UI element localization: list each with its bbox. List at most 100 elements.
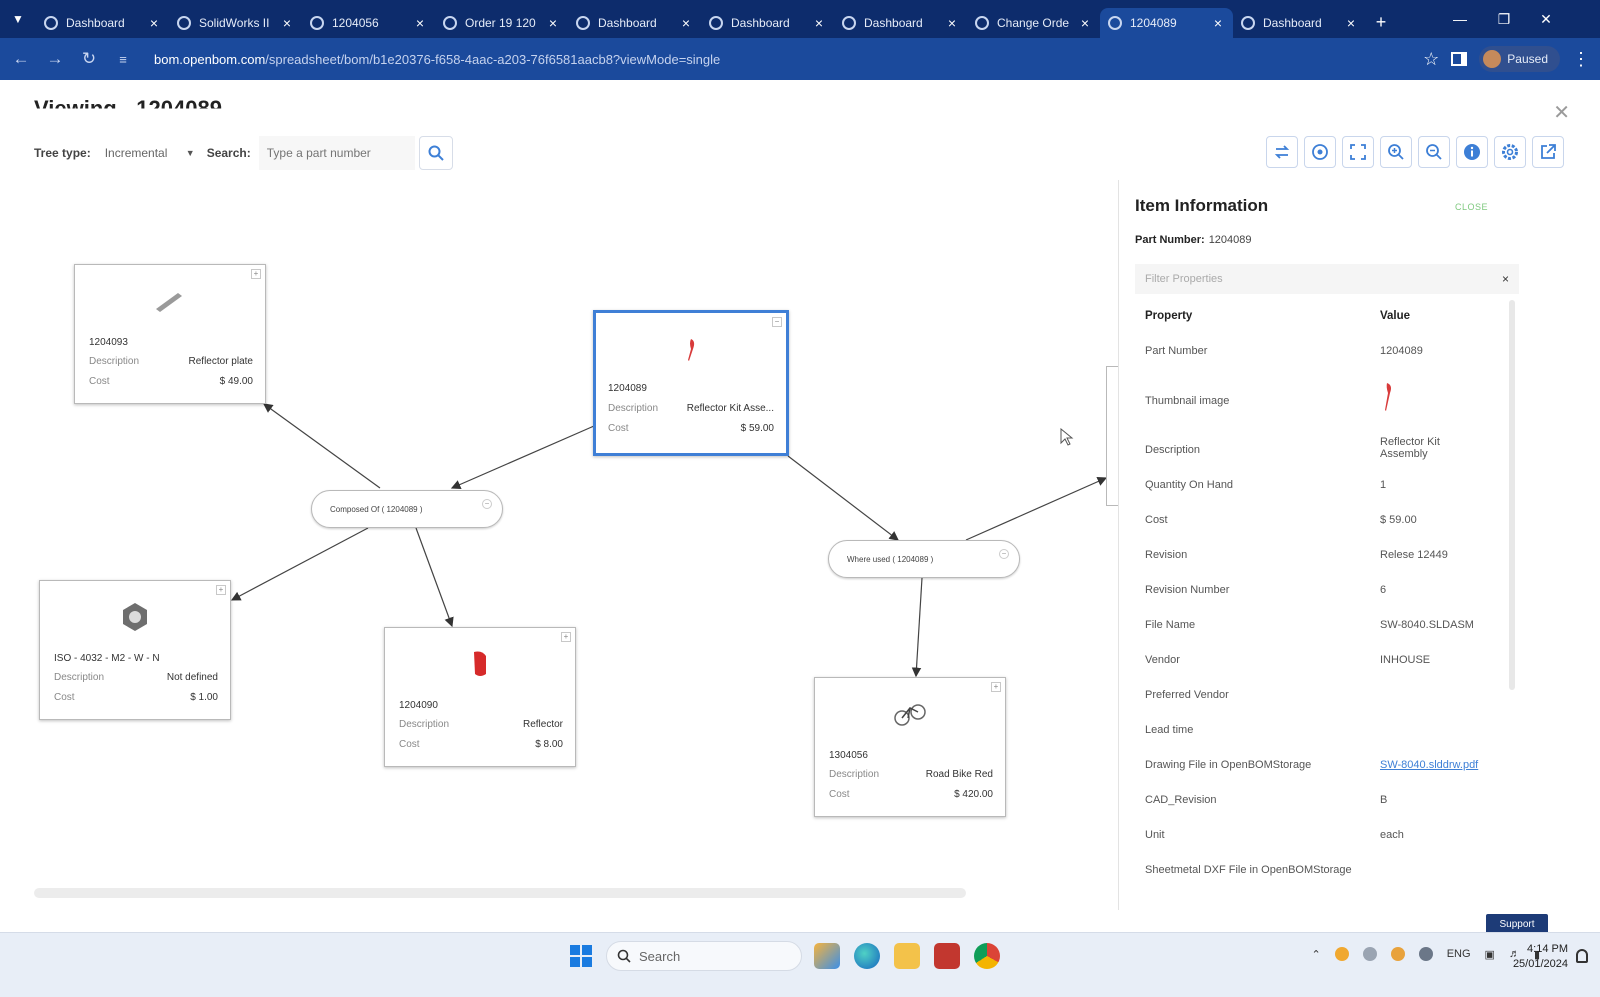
expand-node-icon[interactable]: +: [216, 585, 226, 595]
filter-properties-input[interactable]: Filter Properties ×: [1135, 264, 1519, 294]
browser-tab[interactable]: Order 19 120 ×: [435, 8, 568, 38]
tree-type-select[interactable]: Incremental ▼: [101, 138, 199, 168]
center-button[interactable]: [1304, 136, 1336, 168]
browser-tab[interactable]: Dashboard ×: [36, 8, 169, 38]
tab-close-icon[interactable]: ×: [280, 15, 294, 31]
file-explorer-icon[interactable]: [894, 943, 920, 969]
tab-close-icon[interactable]: ×: [812, 15, 826, 31]
collapse-group-icon[interactable]: −: [482, 499, 492, 509]
expand-node-icon[interactable]: +: [991, 682, 1001, 692]
bom-card-iso-nut[interactable]: + ISO - 4032 - M2 - W - N Description Not…: [39, 580, 231, 720]
tab-close-icon[interactable]: ×: [1344, 15, 1358, 31]
part-number-search-input[interactable]: [258, 136, 415, 170]
panel-vertical-scrollbar[interactable]: [1509, 300, 1515, 690]
settings-button[interactable]: [1494, 136, 1526, 168]
expand-node-icon[interactable]: +: [561, 632, 571, 642]
copilot-app-icon[interactable]: [814, 943, 840, 969]
browser-tab[interactable]: 1204056 ×: [302, 8, 435, 38]
card-desc-label: Description: [54, 672, 105, 683]
new-tab-plus-icon[interactable]: +: [1366, 12, 1396, 33]
composed-of-node[interactable]: Composed Of ( 1204089 ) −: [311, 490, 503, 528]
where-used-label: Where used ( 1204089 ): [847, 554, 934, 564]
item-information-panel: Item Information CLOSE Part Number: 12040…: [1118, 180, 1530, 910]
tree-viewer-dialog: Viewing - 1204089 ✕ Tree type: Increment…: [0, 80, 1600, 934]
tab-close-icon[interactable]: ×: [413, 15, 427, 31]
network-icon[interactable]: ▣: [1485, 948, 1495, 961]
taskbar-search[interactable]: Search: [606, 941, 802, 971]
graph-horizontal-scrollbar[interactable]: [34, 888, 966, 898]
site-settings-icon[interactable]: ≡: [106, 42, 140, 76]
chrome-browser-icon[interactable]: [974, 943, 1000, 969]
forward-arrow-icon[interactable]: →: [38, 42, 72, 76]
back-arrow-icon[interactable]: ←: [4, 42, 38, 76]
notification-bell-icon[interactable]: [1576, 949, 1588, 963]
browser-menu-icon[interactable]: ⋮: [1572, 49, 1590, 70]
property-value: Relese 12449: [1380, 549, 1448, 561]
language-indicator[interactable]: ENG: [1447, 948, 1471, 960]
tray-app-icon[interactable]: [1390, 947, 1405, 961]
card-cost-label: Cost: [399, 739, 420, 750]
taskbar-clock[interactable]: 4:14 PM 25/01/2024: [1513, 942, 1568, 972]
bom-card-reflector-kit-selected[interactable]: − 1204089 Description Reflector Kit Asse.…: [593, 310, 789, 456]
info-button[interactable]: [1456, 136, 1488, 168]
browser-tab-active[interactable]: 1204089 ×: [1100, 8, 1233, 38]
zoom-out-button[interactable]: [1418, 136, 1450, 168]
collapse-node-icon[interactable]: −: [772, 317, 782, 327]
restore-window-icon[interactable]: ❐: [1482, 0, 1526, 38]
tab-close-icon[interactable]: ×: [1078, 15, 1092, 31]
browser-tab[interactable]: SolidWorks II ×: [169, 8, 302, 38]
bom-tree-graph[interactable]: + 1204093 Description Reflector plate Cos…: [0, 176, 1130, 906]
expand-node-icon[interactable]: +: [251, 269, 261, 279]
bom-card-road-bike[interactable]: + 1304056 Description Road Bike Red Cost $…: [814, 677, 1006, 817]
property-value: [1380, 689, 1505, 701]
tab-close-icon[interactable]: ×: [147, 15, 161, 31]
url-field[interactable]: bom.openbom.com/spreadsheet/bom/b1e20376…: [154, 52, 720, 67]
property-row: Unit each: [1145, 829, 1505, 841]
edge-whereused-to-right: [965, 477, 1108, 541]
windows-start-icon[interactable]: [570, 945, 592, 967]
tab-search-chevron-icon[interactable]: ▼: [0, 0, 36, 38]
drawing-file-link[interactable]: SW-8040.slddrw.pdf: [1380, 759, 1478, 771]
onedrive-icon[interactable]: [1362, 947, 1377, 961]
tab-close-icon[interactable]: ×: [945, 15, 959, 31]
clear-filter-icon[interactable]: ×: [1502, 272, 1509, 286]
browser-tab[interactable]: Change Orde ×: [967, 8, 1100, 38]
reload-icon[interactable]: ↻: [72, 42, 106, 76]
tray-chevron-icon[interactable]: ⌃: [1311, 948, 1320, 961]
property-value: [1380, 383, 1505, 418]
browser-tab[interactable]: Dashboard ×: [834, 8, 967, 38]
support-button[interactable]: Support: [1486, 914, 1548, 934]
zoom-in-button[interactable]: [1380, 136, 1412, 168]
bom-card-reflector[interactable]: + 1204090 Description Reflector Cost $ 8.0…: [384, 627, 576, 767]
browser-tab[interactable]: Dashboard ×: [701, 8, 834, 38]
system-tray: ⌃ ENG ▣ ♬ ▮: [1311, 947, 1540, 961]
minimize-window-icon[interactable]: —: [1438, 0, 1482, 38]
tray-app-icon[interactable]: [1334, 947, 1349, 961]
fit-screen-button[interactable]: [1342, 136, 1374, 168]
card-cost: $ 1.00: [190, 692, 218, 703]
browser-tab[interactable]: Dashboard ×: [1233, 8, 1366, 38]
close-dialog-icon[interactable]: ✕: [1553, 100, 1570, 125]
panel-close-button[interactable]: CLOSE: [1455, 202, 1488, 212]
swap-layout-button[interactable]: [1266, 136, 1298, 168]
edge-browser-icon[interactable]: [854, 943, 880, 969]
search-button[interactable]: [418, 136, 453, 170]
side-panel-icon[interactable]: [1451, 52, 1468, 66]
where-used-node[interactable]: Where used ( 1204089 ) −: [828, 540, 1020, 578]
property-name: Cost: [1145, 514, 1168, 526]
viewer-title: Viewing - 1204089: [34, 96, 222, 121]
tab-close-icon[interactable]: ×: [546, 15, 560, 31]
solidworks-app-icon[interactable]: [934, 943, 960, 969]
microphone-icon[interactable]: [1418, 947, 1433, 961]
tab-close-icon[interactable]: ×: [1211, 15, 1225, 31]
mouse-cursor-icon: [1060, 428, 1074, 446]
profile-button[interactable]: Paused: [1479, 46, 1560, 72]
bom-card-reflector-plate[interactable]: + 1204093 Description Reflector plate Cos…: [74, 264, 266, 404]
tab-close-icon[interactable]: ×: [679, 15, 693, 31]
browser-tab[interactable]: Dashboard ×: [568, 8, 701, 38]
bookmark-star-icon[interactable]: ☆: [1423, 49, 1439, 70]
collapse-group-icon[interactable]: −: [999, 549, 1009, 559]
card-cost-label: Cost: [608, 423, 629, 434]
close-window-icon[interactable]: ✕: [1524, 0, 1568, 38]
open-external-button[interactable]: [1532, 136, 1564, 168]
